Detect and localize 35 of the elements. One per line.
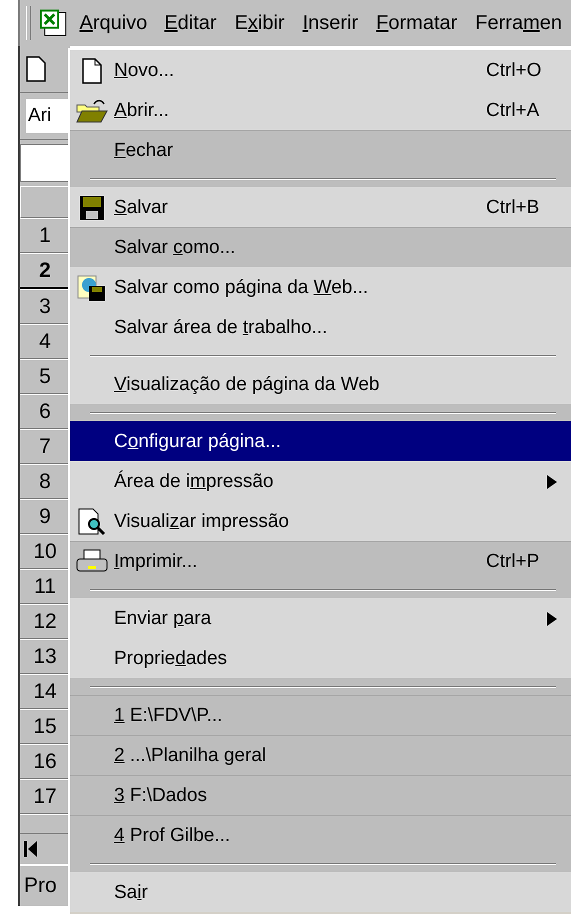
globe-floppy-icon	[77, 274, 107, 302]
menu-item[interactable]: Novo... Ctrl+O	[70, 50, 571, 90]
menu-item[interactable]: Sair	[70, 872, 571, 912]
spreadsheet-app-icon[interactable]	[38, 8, 68, 38]
menu-item[interactable]: Imprimir... Ctrl+P	[70, 541, 571, 581]
font-field[interactable]: Ari	[26, 99, 70, 133]
blank-page-icon	[81, 58, 103, 84]
menu-item[interactable]: Fechar	[70, 130, 571, 170]
name-box-field[interactable]	[20, 144, 70, 182]
menu-item[interactable]: Abrir... Ctrl+A	[70, 90, 571, 130]
menu-item[interactable]: Enviar para	[70, 598, 571, 638]
menu-item[interactable]: 1 E:\FDV\P...	[70, 695, 571, 735]
menu-item[interactable]: 2 ...\Planilha geral	[70, 735, 571, 775]
menu-item[interactable]: Salvar área de trabalho...	[70, 307, 571, 347]
menu-item[interactable]: 4 Prof Gilbe...	[70, 815, 571, 855]
menu-item[interactable]: Propriedades	[70, 638, 571, 678]
menu-bar-item[interactable]: Ferramen	[466, 2, 571, 44]
folder-icon	[76, 98, 108, 124]
menu-item[interactable]: Salvar Ctrl+B	[70, 187, 571, 227]
menu-bar-item[interactable]: Arquivo	[71, 4, 156, 42]
magnifier-page-icon	[77, 508, 107, 536]
menu-item[interactable]: Visualizar impressão	[70, 501, 571, 541]
menu-bar-item[interactable]: Exibir	[226, 2, 294, 44]
menu-item[interactable]: Salvar como página da Web...	[70, 267, 571, 307]
menu-item[interactable]: Visualização de página da Web	[70, 364, 571, 404]
blank-page-icon[interactable]	[26, 56, 46, 82]
menu-bar-item[interactable]: Editar	[155, 2, 226, 44]
menu-item[interactable]: Configurar página...	[70, 421, 571, 461]
menu-bar-item[interactable]: Inserir	[294, 2, 368, 44]
menu-item[interactable]: Salvar como...	[70, 227, 571, 267]
menu-bar-item[interactable]: Formatar	[367, 2, 466, 44]
printer-icon	[76, 548, 108, 574]
first-sheet-icon[interactable]	[24, 840, 38, 858]
menu-item[interactable]: Área de impressão	[70, 461, 571, 501]
menu-item[interactable]: 3 F:\Dados	[70, 775, 571, 815]
